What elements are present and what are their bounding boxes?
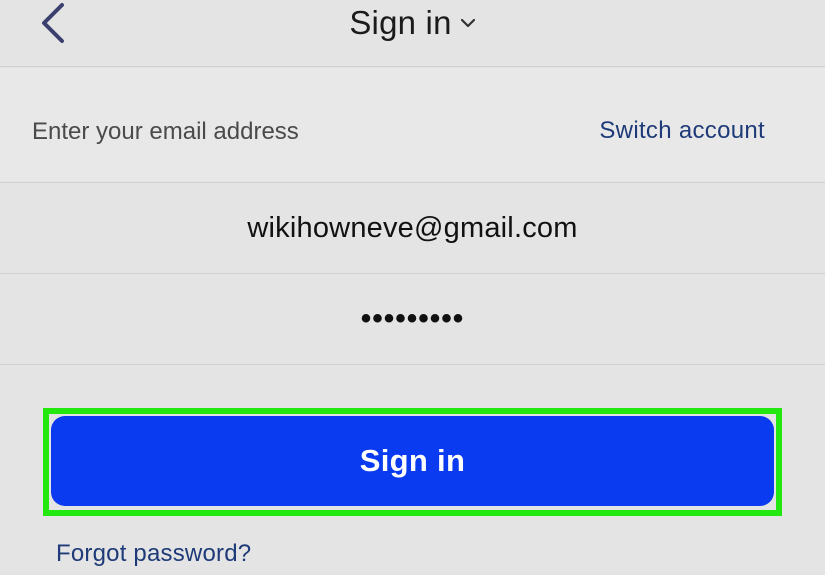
- password-field[interactable]: •••••••••: [0, 275, 825, 363]
- sign-in-button[interactable]: Sign in: [51, 416, 774, 506]
- switch-account-link[interactable]: Switch account: [599, 117, 765, 145]
- email-divider: [0, 273, 825, 274]
- sign-in-screen: Sign in Enter your email address Switch …: [0, 0, 825, 575]
- password-divider: [0, 364, 825, 365]
- email-prompt-text: Enter your email address: [32, 118, 299, 145]
- sign-in-button-label: Sign in: [359, 443, 466, 478]
- account-menu-toggle[interactable]: Sign in: [0, 2, 825, 44]
- header-divider: [0, 66, 825, 67]
- password-value: •••••••••: [360, 302, 465, 335]
- forgot-password-link[interactable]: Forgot password?: [56, 540, 251, 568]
- email-prompt-row: Enter your email address Switch account: [0, 68, 825, 181]
- email-field[interactable]: wikihowneve@gmail.com: [0, 184, 825, 272]
- page-title: Sign in: [349, 4, 452, 41]
- chevron-down-icon: [460, 18, 475, 28]
- prompt-divider: [0, 182, 825, 183]
- email-value: wikihowneve@gmail.com: [247, 211, 578, 244]
- header: Sign in: [0, 0, 825, 62]
